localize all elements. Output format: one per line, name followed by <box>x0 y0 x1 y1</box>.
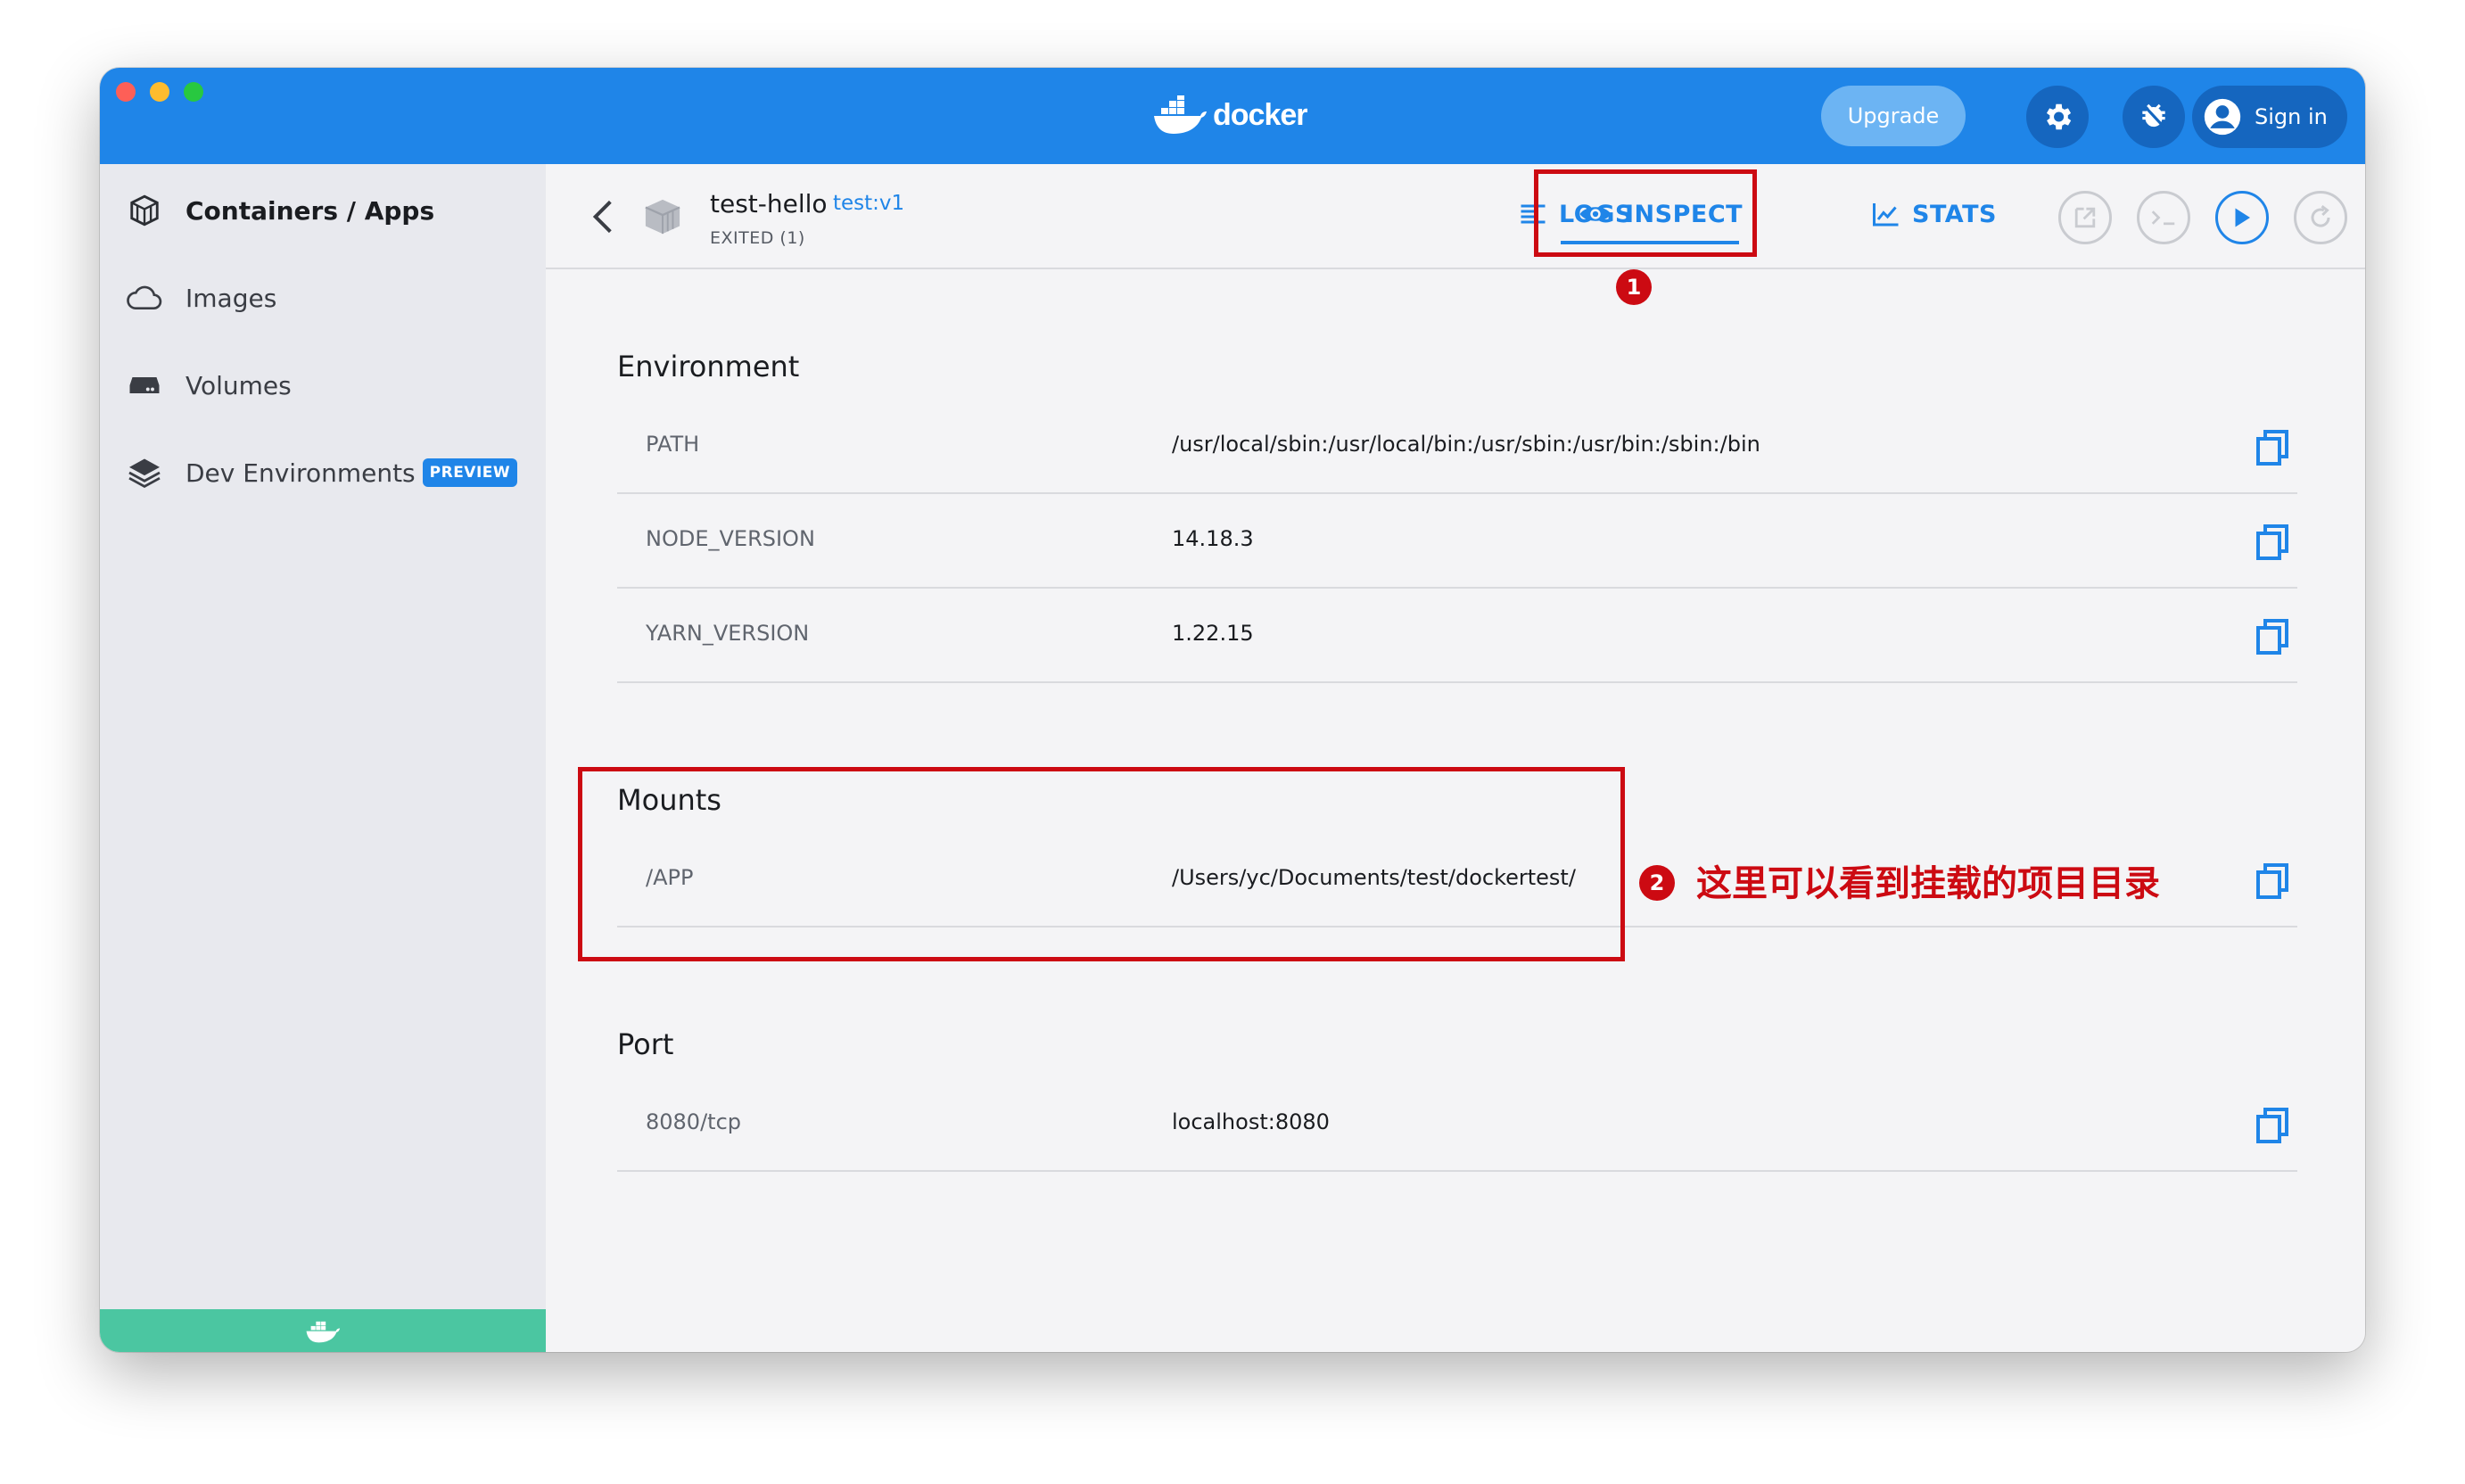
env-value: 1.22.15 <box>1172 621 1254 646</box>
sidebar-item-label: Volumes <box>185 370 292 400</box>
sidebar-item-dev-environments[interactable]: Dev Environments PREVIEW <box>127 448 518 498</box>
sidebar: Containers / Apps Images Volumes Dev Env… <box>100 164 546 1352</box>
back-button[interactable] <box>585 194 621 239</box>
section-title-environment: Environment <box>617 350 800 383</box>
port-key: 8080/tcp <box>646 1109 742 1134</box>
gear-icon <box>2046 103 2072 130</box>
maximize-window-button[interactable] <box>184 82 203 102</box>
docker-logo: docker <box>1152 93 1307 137</box>
copy-icon[interactable] <box>2255 523 2290 562</box>
sidebar-item-label: Dev Environments <box>185 458 416 488</box>
open-in-browser-button[interactable] <box>2058 191 2112 244</box>
restart-button[interactable] <box>2294 191 2347 244</box>
volume-icon <box>127 367 162 403</box>
port-value: localhost:8080 <box>1172 1109 1330 1134</box>
sidebar-item-label: Containers / Apps <box>185 195 435 226</box>
docker-desktop-window: docker Upgrade Sign in Containers / Apps… <box>100 68 2365 1352</box>
sign-in-label: Sign in <box>2255 104 2328 129</box>
start-button[interactable] <box>2215 191 2269 244</box>
terminal-icon <box>2151 210 2175 226</box>
open-external-icon <box>2074 207 2096 228</box>
sidebar-item-volumes[interactable]: Volumes <box>127 360 292 410</box>
copy-icon[interactable] <box>2255 1106 2290 1145</box>
layers-icon <box>127 455 162 491</box>
container-name: test-hello <box>710 189 828 218</box>
copy-icon[interactable] <box>2255 862 2290 901</box>
sidebar-item-label: Images <box>185 283 277 313</box>
env-key: PATH <box>646 432 700 457</box>
section-title-port: Port <box>617 1027 674 1061</box>
env-key: NODE_VERSION <box>646 526 815 551</box>
container-header: test-hello test:v1 EXITED (1) LOGS INSPE… <box>546 164 2365 269</box>
annotation-note: 这里可以看到挂载的项目目录 <box>1696 863 2160 904</box>
env-key: YARN_VERSION <box>646 621 810 646</box>
container-icon <box>642 198 683 239</box>
engine-status-bar[interactable] <box>100 1309 546 1352</box>
cloud-icon <box>127 280 162 316</box>
tab-stats[interactable]: STATS <box>1873 191 1997 237</box>
sidebar-item-images[interactable]: Images <box>127 273 276 323</box>
title-bar: docker Upgrade Sign in <box>100 68 2365 164</box>
copy-icon[interactable] <box>2255 428 2290 467</box>
port-row: 8080/tcp localhost:8080 <box>617 1077 2297 1172</box>
main-panel: test-hello test:v1 EXITED (1) LOGS INSPE… <box>546 164 2365 1352</box>
minimize-window-button[interactable] <box>150 82 169 102</box>
docker-whale-icon <box>306 1321 341 1343</box>
annotation-badge-2: 2 <box>1639 865 1675 901</box>
chart-icon <box>1873 203 1899 227</box>
upgrade-button[interactable]: Upgrade <box>1821 86 1966 146</box>
cli-button[interactable] <box>2137 191 2190 244</box>
annotation-badge-1: 1 <box>1616 269 1652 305</box>
bug-icon <box>2142 103 2165 128</box>
env-value: 14.18.3 <box>1172 526 1254 551</box>
docker-whale-icon <box>1154 95 1207 134</box>
sidebar-item-containers[interactable]: Containers / Apps <box>127 186 434 235</box>
env-value: /usr/local/sbin:/usr/local/bin:/usr/sbin… <box>1172 432 1760 457</box>
annotation-box-mounts <box>578 767 1625 961</box>
sign-in-button[interactable]: Sign in <box>2192 86 2347 148</box>
preview-badge: PREVIEW <box>422 458 518 487</box>
restart-icon <box>2311 205 2330 227</box>
env-row: PATH /usr/local/sbin:/usr/local/bin:/usr… <box>617 400 2297 494</box>
chevron-left-icon <box>592 200 612 234</box>
troubleshoot-button[interactable] <box>2123 86 2185 148</box>
image-tag-link[interactable]: test:v1 <box>833 192 904 215</box>
brand-name: docker <box>1213 97 1307 132</box>
container-status: EXITED (1) <box>710 228 805 248</box>
window-controls <box>116 82 203 102</box>
settings-button[interactable] <box>2026 86 2089 148</box>
tab-label: STATS <box>1912 200 1997 228</box>
env-row: NODE_VERSION 14.18.3 <box>617 494 2297 589</box>
account-icon <box>2204 98 2241 136</box>
annotation-box-inspect <box>1534 169 1757 257</box>
play-icon <box>2235 208 2250 227</box>
copy-icon[interactable] <box>2255 617 2290 656</box>
containers-icon <box>127 193 162 228</box>
env-row: YARN_VERSION 1.22.15 <box>617 589 2297 683</box>
close-window-button[interactable] <box>116 82 136 102</box>
